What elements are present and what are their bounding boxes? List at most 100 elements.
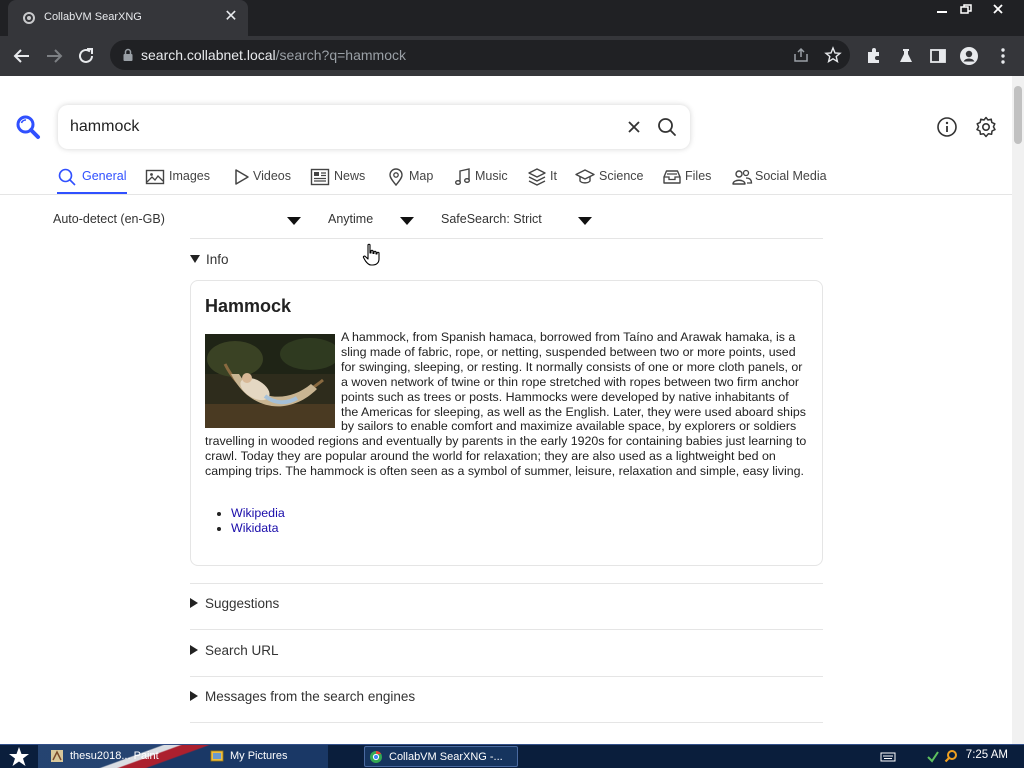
divider bbox=[190, 238, 823, 239]
tab-label: Science bbox=[599, 169, 644, 183]
list-item: Wikipedia bbox=[231, 506, 285, 521]
divider bbox=[190, 722, 823, 723]
task-label: thesu2018... Paint bbox=[70, 750, 159, 762]
music-note-icon bbox=[455, 168, 470, 185]
layers-icon bbox=[528, 168, 546, 186]
tab-general[interactable]: General bbox=[57, 164, 127, 194]
taskbar-task-my-pictures[interactable]: My Pictures bbox=[210, 746, 350, 767]
infobox-description: A hammock, from Spanish hamaca, borrowed… bbox=[205, 330, 809, 479]
tab-label: Social Media bbox=[755, 169, 827, 183]
extensions-puzzle-icon[interactable] bbox=[864, 46, 884, 66]
reload-icon[interactable] bbox=[74, 44, 98, 68]
tab-title: CollabVM SearXNG bbox=[44, 11, 142, 23]
lock-icon[interactable] bbox=[122, 48, 134, 62]
chrome-browser-icon bbox=[370, 751, 382, 763]
about-info-icon[interactable] bbox=[936, 116, 958, 138]
divider bbox=[190, 583, 823, 584]
url-path: /search?q=hammock bbox=[275, 47, 406, 63]
tab-label: Images bbox=[169, 169, 210, 183]
list-item: Wikidata bbox=[231, 521, 285, 536]
scrollbar-thumb[interactable] bbox=[1014, 86, 1022, 144]
play-icon bbox=[235, 169, 249, 185]
url-host: search.collabnet.local bbox=[141, 47, 276, 63]
window-restore-button[interactable] bbox=[952, 0, 980, 18]
tab-files[interactable]: Files bbox=[662, 164, 720, 194]
section-label: Search URL bbox=[205, 643, 279, 658]
browser-titlebar: CollabVM SearXNG ✕ bbox=[0, 0, 1024, 36]
search-tray-icon[interactable] bbox=[944, 749, 958, 763]
forward-arrow-icon[interactable] bbox=[42, 44, 66, 68]
start-star-icon[interactable] bbox=[0, 745, 38, 768]
safesearch-select[interactable]: SafeSearch: Strict bbox=[441, 212, 542, 232]
divider bbox=[190, 676, 823, 677]
side-panel-icon[interactable] bbox=[928, 46, 948, 66]
language-dropdown-caret-icon[interactable] bbox=[287, 217, 301, 225]
section-label: Info bbox=[206, 252, 229, 267]
address-bar[interactable]: search.collabnet.local/search?q=hammock bbox=[110, 40, 850, 70]
taskbar-clock[interactable]: 7:25 AM bbox=[966, 749, 1008, 761]
image-icon bbox=[145, 169, 165, 185]
browser-tab[interactable]: CollabVM SearXNG ✕ bbox=[8, 0, 248, 36]
hand-pointer-cursor-icon bbox=[362, 243, 380, 266]
profile-avatar-icon[interactable] bbox=[959, 46, 979, 66]
engine-messages-section-toggle[interactable]: Messages from the search engines bbox=[190, 689, 415, 709]
search-box bbox=[58, 105, 690, 149]
info-section-toggle[interactable]: Info bbox=[190, 252, 229, 272]
tab-it[interactable]: It bbox=[527, 164, 567, 194]
tab-videos[interactable]: Videos bbox=[232, 164, 302, 194]
infobox: Hammock A hammock, from Spanish hamaca, … bbox=[190, 280, 823, 566]
window-close-button[interactable] bbox=[984, 0, 1012, 18]
folder-pictures-icon bbox=[210, 750, 224, 762]
wikipedia-link[interactable]: Wikipedia bbox=[231, 506, 285, 520]
system-tray: 7:25 AM bbox=[874, 745, 1024, 768]
map-pin-icon bbox=[389, 168, 403, 187]
browser-menu-icon[interactable] bbox=[993, 46, 1013, 66]
keyboard-icon[interactable] bbox=[880, 751, 896, 763]
collapsed-triangle-icon bbox=[190, 598, 198, 608]
tab-label: General bbox=[82, 169, 127, 183]
url-text[interactable]: search.collabnet.local/search?q=hammock bbox=[141, 47, 406, 63]
tab-music[interactable]: Music bbox=[453, 164, 513, 194]
tab-label: It bbox=[550, 169, 557, 183]
tab-science[interactable]: Science bbox=[575, 164, 645, 194]
task-label: My Pictures bbox=[230, 750, 288, 762]
preferences-gear-icon[interactable] bbox=[974, 115, 998, 139]
collapsed-triangle-icon bbox=[190, 691, 198, 701]
taskbar-task-paint[interactable]: thesu2018... Paint bbox=[50, 746, 200, 767]
searxng-logo-icon[interactable] bbox=[15, 114, 41, 140]
tab-map[interactable]: Map bbox=[386, 164, 436, 194]
search-input[interactable] bbox=[70, 115, 610, 139]
infobox-title: Hammock bbox=[205, 296, 292, 316]
time-range-select[interactable]: Anytime bbox=[328, 212, 373, 232]
search-submit-icon[interactable] bbox=[656, 116, 678, 138]
bookmark-star-icon[interactable] bbox=[824, 46, 842, 64]
collapsed-triangle-icon bbox=[190, 645, 198, 655]
infobox-links: Wikipedia Wikidata bbox=[231, 506, 285, 536]
searxng-favicon-icon bbox=[23, 12, 35, 24]
os-taskbar: thesu2018... Paint My Pictures CollabVM … bbox=[0, 744, 1024, 768]
search-icon bbox=[58, 168, 76, 186]
clear-search-icon[interactable] bbox=[624, 117, 644, 137]
category-tabs: General Images Videos News Map Music It … bbox=[57, 164, 837, 194]
tab-label: Music bbox=[475, 169, 508, 183]
time-range-dropdown-caret-icon[interactable] bbox=[400, 217, 414, 225]
wikidata-link[interactable]: Wikidata bbox=[231, 521, 279, 535]
tab-label: Files bbox=[685, 169, 712, 183]
share-icon[interactable] bbox=[792, 46, 810, 64]
divider bbox=[190, 629, 823, 630]
safesearch-dropdown-caret-icon[interactable] bbox=[578, 217, 592, 225]
back-arrow-icon[interactable] bbox=[10, 44, 34, 68]
tab-social-media[interactable]: Social Media bbox=[731, 164, 831, 194]
search-url-section-toggle[interactable]: Search URL bbox=[190, 643, 279, 663]
taskbar-task-browser[interactable]: CollabVM SearXNG -... bbox=[364, 746, 518, 767]
tab-label: News bbox=[334, 169, 366, 183]
section-label: Messages from the search engines bbox=[205, 689, 416, 704]
network-tray-icon[interactable] bbox=[926, 749, 940, 763]
suggestions-section-toggle[interactable]: Suggestions bbox=[190, 596, 279, 616]
tab-images[interactable]: Images bbox=[145, 164, 215, 194]
tab-news[interactable]: News bbox=[310, 164, 375, 194]
tab-close-icon[interactable]: ✕ bbox=[222, 8, 240, 26]
labs-flask-icon[interactable] bbox=[896, 46, 916, 66]
page-scrollbar[interactable] bbox=[1012, 76, 1024, 744]
language-select[interactable]: Auto-detect (en-GB) bbox=[53, 212, 165, 232]
